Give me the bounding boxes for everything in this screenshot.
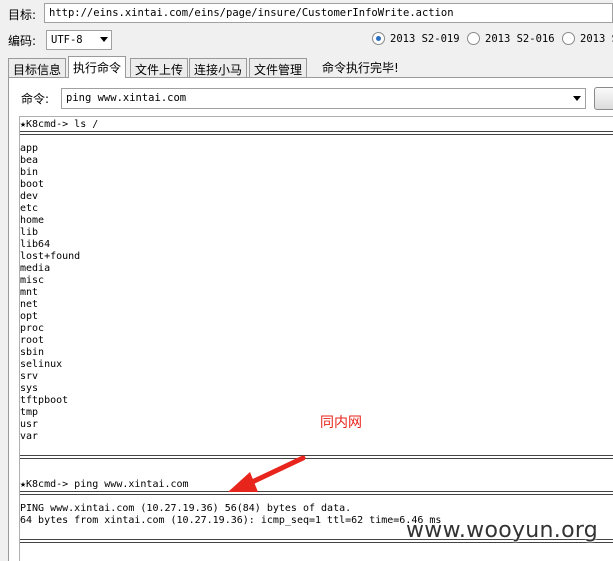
directory-entry: etc (20, 203, 39, 214)
console-line: PING www.xintai.com (10.27.19.36) 56(84)… (20, 503, 352, 514)
directory-entry: lib64 (20, 239, 51, 250)
command-label: 命令: (21, 92, 50, 106)
tab-file-upload[interactable]: 文件上传 (130, 58, 189, 78)
exploit-label: 2013 S (580, 32, 613, 45)
exploit-radio-s2-third[interactable]: 2013 S (562, 32, 613, 45)
directory-entry: var (20, 431, 39, 442)
directory-entry: bea (20, 155, 39, 166)
directory-entry: tftpboot (20, 395, 69, 406)
directory-entry: bin (20, 167, 39, 178)
directory-entry: app (20, 143, 39, 154)
chevron-down-icon (573, 96, 581, 101)
annotation-text: 同内网 (320, 415, 362, 431)
directory-entry: usr (20, 419, 39, 430)
console-output[interactable]: ★K8cmd-> ls / app bea bin boot dev etc home lib… (19, 116, 613, 561)
command-value: ping www.xintai.com (66, 92, 187, 104)
directory-entry: home (20, 215, 45, 226)
directory-entry: media (20, 263, 51, 274)
directory-entry: opt (20, 311, 39, 322)
radio-checked-icon (372, 32, 385, 45)
directory-entry: mnt (20, 287, 39, 298)
directory-entry: misc (20, 275, 45, 286)
console-separator (20, 131, 613, 135)
tab-execute-command[interactable]: 执行命令 (68, 56, 127, 78)
directory-entry: lost+found (20, 251, 81, 262)
execute-button[interactable] (594, 87, 613, 110)
tab-file-manager[interactable]: 文件管理 (249, 58, 308, 78)
console-separator (20, 455, 613, 459)
tab-bar: 目标信息 执行命令 文件上传 连接小马 文件管理 (0, 56, 613, 78)
console-separator (20, 491, 613, 495)
directory-entry: net (20, 299, 39, 310)
target-url-input[interactable]: http://eins.xintai.com/eins/page/insure/… (44, 3, 613, 23)
directory-entry: sys (20, 383, 39, 394)
chevron-down-icon (100, 37, 108, 42)
directory-entry: lib (20, 227, 39, 238)
radio-unchecked-icon (562, 32, 575, 45)
encoding-select[interactable]: UTF-8 (46, 30, 112, 50)
console-prompt: ★K8cmd-> ls / (20, 119, 99, 130)
console-line: 64 bytes from xintai.com (10.27.19.36): … (20, 515, 442, 526)
status-text: 命令执行完毕! (322, 61, 399, 75)
exploit-label: 2013 S2-016 (485, 32, 555, 45)
console-prompt: ★K8cmd-> ping www.xintai.com (20, 479, 189, 490)
directory-entry: proc (20, 323, 45, 334)
command-panel: 命令: ping www.xintai.com ★K8cmd-> ls / ap… (8, 77, 613, 561)
exploit-radio-s2-016[interactable]: 2013 S2-016 (467, 32, 555, 45)
exploit-label: 2013 S2-019 (390, 32, 460, 45)
exploit-radio-s2-019[interactable]: 2013 S2-019 (372, 32, 460, 45)
directory-entry: selinux (20, 359, 63, 370)
directory-entry: srv (20, 371, 39, 382)
tab-connect-shell[interactable]: 连接小马 (189, 58, 248, 78)
directory-entry: boot (20, 179, 45, 190)
watermark: www.wooyun.org (406, 518, 599, 543)
encoding-label: 编码: (8, 34, 37, 48)
tab-target-info[interactable]: 目标信息 (8, 58, 67, 78)
radio-unchecked-icon (467, 32, 480, 45)
directory-entry: sbin (20, 347, 45, 358)
directory-entry: tmp (20, 407, 39, 418)
target-label: 目标: (8, 8, 37, 22)
directory-entry: dev (20, 191, 39, 202)
directory-entry: root (20, 335, 45, 346)
command-input[interactable]: ping www.xintai.com (61, 88, 586, 109)
encoding-value: UTF-8 (51, 34, 83, 46)
